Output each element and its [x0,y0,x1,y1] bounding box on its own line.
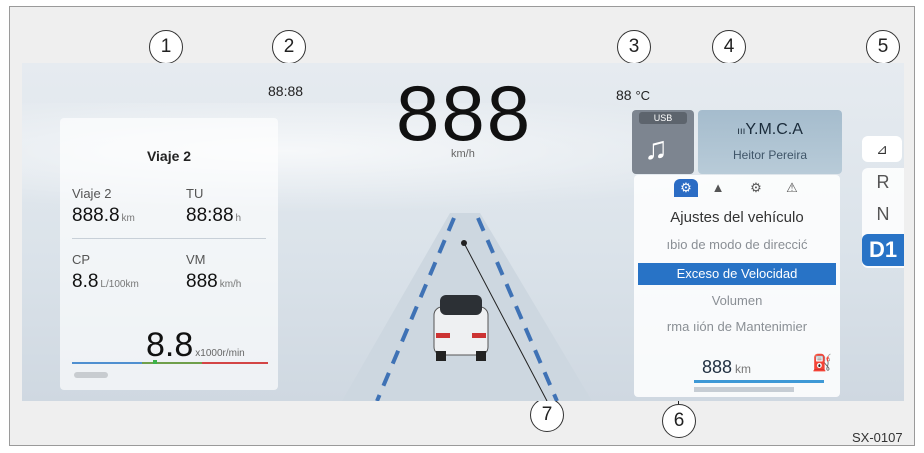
trip-divider [72,238,266,239]
avg-speed-label: VM [186,252,206,267]
fuel-pump-icon: ⛽ [812,355,832,372]
gear-r: R [876,172,890,192]
menu-title: Ajustes del vehículo [670,209,804,226]
navigation-icon[interactable]: ▲ [706,179,730,197]
callout-7-dot [461,240,467,246]
callout-1: 1 [149,30,183,64]
rpm-indicator-slider [74,372,108,378]
consumption-value: 8.8 L/100km [72,271,139,292]
artist-name: Heitor Pereira [732,148,808,162]
trip-time-label: TU [186,186,204,201]
trip-time-value: 88:88 h [186,205,242,226]
assist-icon[interactable]: ⚙ [744,179,768,197]
fuel-level-track [694,387,794,392]
now-playing: ıııY.M.C.A Heitor Pereira [698,110,842,174]
trip-distance-value: 888.8 km [72,205,135,226]
callout-7: 7 [530,398,564,432]
speed-unit: km/h [451,148,475,160]
rpm-marker [153,360,157,364]
gear-selector: R N D1 [862,168,904,268]
gear-d: D1 [862,234,904,266]
trip-distance-label: Viaje 2 [72,186,112,201]
drive-mode-icon[interactable]: ⊿ [862,136,902,162]
clock: 88:88 [268,83,304,99]
menu-item-maintenance[interactable]: rma ıión de Mantenimier [634,319,840,334]
speed-value: 888 [396,69,533,157]
avg-speed-value: 888 km/h [186,271,242,292]
gear-n: N [876,204,890,224]
warning-icon[interactable]: ⚠ [780,179,804,197]
rpm-bar [72,360,268,364]
callout-3: 3 [617,30,651,64]
vehicle-settings-menu: ⚙ ▲ ⚙ ⚠ Ajustes del vehículo ıbio de mod… [634,175,840,397]
song-title: ıııY.M.C.A [737,121,803,138]
consumption-label: CP [72,252,91,267]
menu-tabs: ⚙ ▲ ⚙ ⚠ [634,177,840,199]
trip-info-panel: Viaje 2 Viaje 2 888.8 km TU 88:88 h CP 8.8… [60,118,278,390]
outside-temperature: 88 °C [616,87,651,103]
callout-2: 2 [272,30,306,64]
usb-label: USB [639,112,687,124]
menu-item-volume[interactable]: Volumen [634,293,840,308]
menu-item-overspeed[interactable]: Exceso de Velocidad [638,263,836,285]
fuel-level-bar [694,380,824,383]
trip-title: Viaje 2 [146,148,192,164]
callout-5: 5 [866,30,900,64]
media-widget: USB ♫ ıııY.M.C.A Heitor Pereira [632,110,842,174]
usb-source-tile: USB ♫ [632,110,694,174]
callout-6: 6 [662,404,696,438]
figure-code: SX-0107 [852,430,903,445]
settings-icon[interactable]: ⚙ [674,179,698,197]
range-readout: 888 km [702,357,752,377]
music-note-icon: ♫ [644,130,668,166]
callout-4: 4 [712,30,746,64]
car-icon [433,295,489,361]
menu-item-steering-mode[interactable]: ıbio de modo de direccić [634,237,840,252]
